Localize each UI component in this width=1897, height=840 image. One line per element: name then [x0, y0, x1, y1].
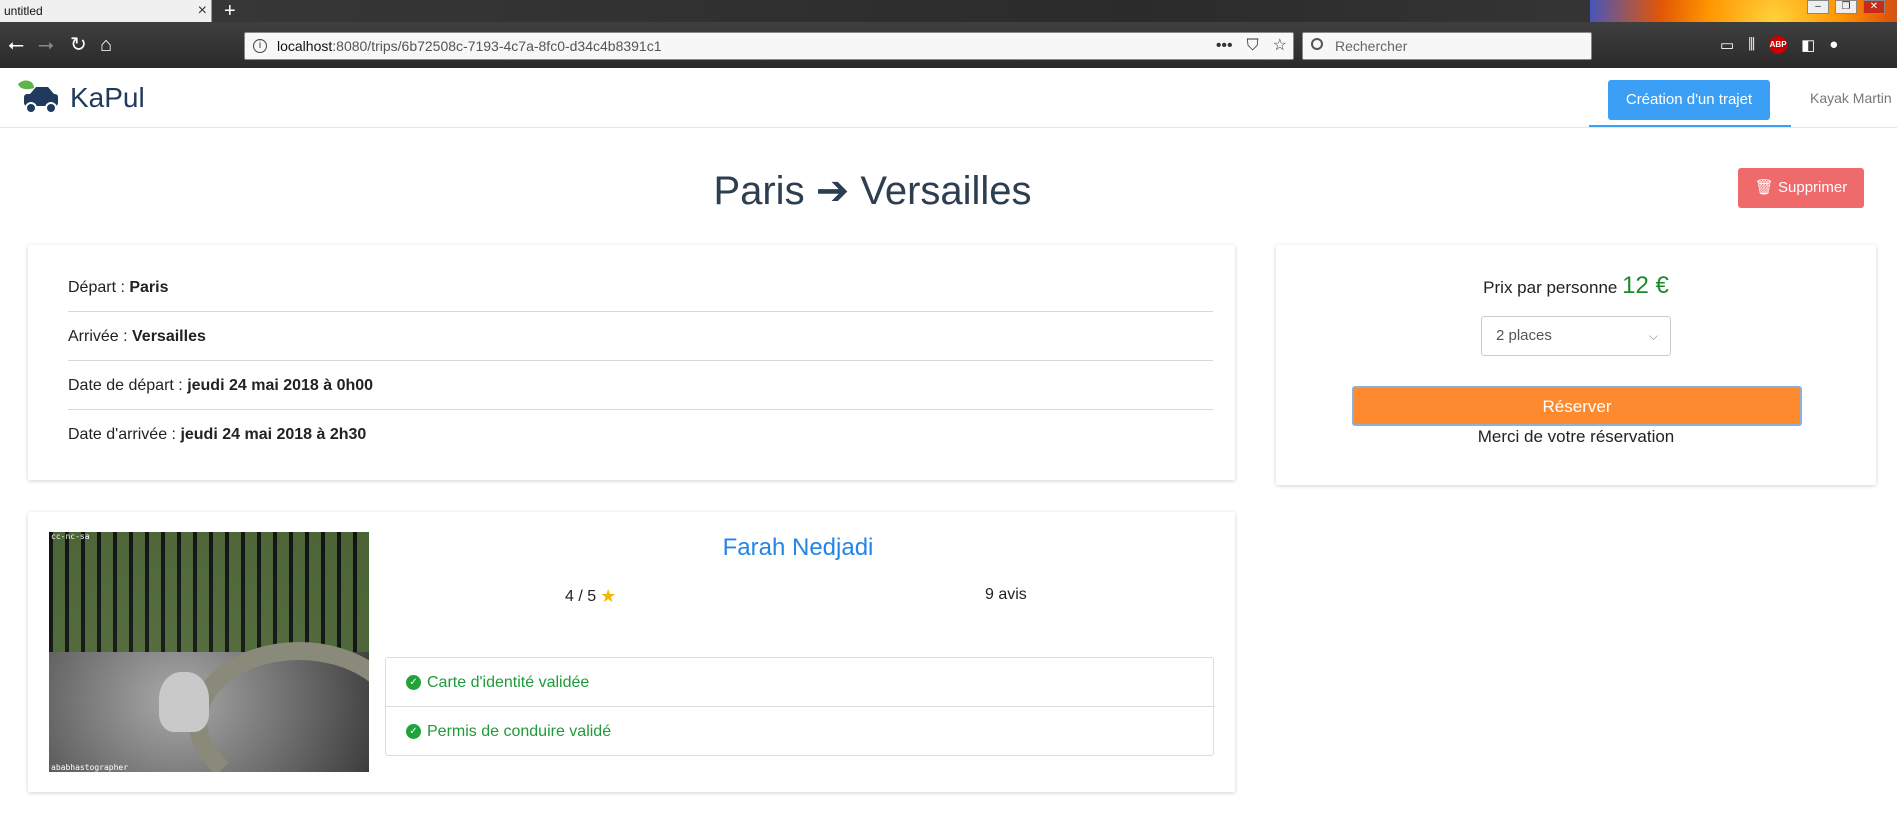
- detail-value: Versailles: [132, 328, 206, 345]
- tab-close-icon[interactable]: ×: [198, 0, 207, 22]
- trip-destination: Versailles: [860, 169, 1032, 213]
- check-circle-icon: ✓: [406, 674, 421, 690]
- photo-license-tag: cc-nc-sa: [51, 532, 90, 541]
- seats-select[interactable]: 2 places ⌵: [1481, 316, 1671, 356]
- url-path: :8080/trips/6b72508c-7193-4c7a-8fc0-d34c…: [332, 38, 662, 54]
- reserve-button[interactable]: Réserver: [1352, 386, 1802, 426]
- library-icon[interactable]: ⫼: [1748, 36, 1755, 54]
- detail-row-departure-date: Date de départ : jeudi 24 mai 2018 à 0h0…: [68, 361, 1213, 410]
- price-value: 12 €: [1622, 272, 1669, 299]
- adblock-icon[interactable]: ABP: [1769, 36, 1788, 54]
- forward-icon[interactable]: ⭢: [38, 33, 54, 57]
- active-nav-underline: [1589, 125, 1791, 127]
- booking-card: Prix par personne 12 € 2 places ⌵ Réserv…: [1276, 245, 1876, 485]
- home-icon[interactable]: ⌂: [100, 33, 112, 57]
- user-menu[interactable]: Kayak Martin: [1810, 90, 1892, 106]
- photo-fence: [49, 532, 369, 652]
- chevron-down-icon: ⌵: [1648, 329, 1658, 343]
- detail-label: Date d'arrivée :: [68, 426, 181, 443]
- price-line: Prix par personne 12 €: [1276, 272, 1876, 300]
- back-icon[interactable]: ⭠: [8, 33, 24, 57]
- page-actions-icon[interactable]: •••: [1216, 33, 1233, 59]
- detail-value: Paris: [129, 279, 169, 296]
- search-icon: [1311, 38, 1323, 50]
- driver-card: cc-nc-sa ababhastographer Farah Nedjadi …: [28, 512, 1235, 792]
- extension-icon[interactable]: ●: [1829, 36, 1838, 54]
- trash-icon: 🗑: [1754, 179, 1774, 196]
- create-trip-button[interactable]: Création d'un trajet: [1608, 80, 1770, 120]
- delete-label: Supprimer: [1778, 179, 1848, 196]
- trip-details-card: Départ : Paris Arrivée : Versailles Date…: [28, 245, 1235, 480]
- detail-label: Départ :: [68, 279, 130, 296]
- detail-row-departure: Départ : Paris: [68, 263, 1213, 312]
- verification-list: ✓ Carte d'identité validée ✓ Permis de c…: [385, 657, 1215, 756]
- verification-label: Permis de conduire validé: [427, 723, 612, 740]
- restore-button[interactable]: ❐: [1835, 0, 1857, 14]
- detail-row-arrival-date: Date d'arrivée : jeudi 24 mai 2018 à 2h3…: [68, 410, 1213, 459]
- detail-value: jeudi 24 mai 2018 à 0h00: [187, 377, 374, 394]
- trip-origin: Paris: [713, 169, 805, 213]
- driver-name[interactable]: Farah Nedjadi: [388, 534, 1208, 562]
- check-circle-icon: ✓: [406, 724, 421, 739]
- reload-icon[interactable]: ↻: [70, 33, 87, 57]
- url-bar[interactable]: i localhost:8080/trips/6b72508c-7193-4c7…: [244, 32, 1294, 60]
- rating-value: 4 / 5: [565, 587, 597, 605]
- verification-label: Carte d'identité validée: [427, 673, 590, 691]
- seats-selected: 2 places: [1496, 327, 1552, 344]
- detail-value: jeudi 24 mai 2018 à 2h30: [180, 426, 367, 443]
- photo-credit-tag: ababhastographer: [51, 763, 129, 772]
- delete-button[interactable]: 🗑 Supprimer: [1738, 168, 1864, 208]
- driver-photo: cc-nc-sa ababhastographer: [49, 532, 369, 772]
- arrow-right-icon: ➔: [815, 169, 850, 213]
- detail-label: Date de départ :: [68, 377, 188, 394]
- browser-tab[interactable]: untitled ×: [0, 0, 212, 22]
- search-placeholder: Rechercher: [1335, 38, 1408, 54]
- car-logo-icon[interactable]: [14, 78, 66, 116]
- reader-icon[interactable]: ▭: [1720, 36, 1734, 54]
- search-input[interactable]: Rechercher: [1302, 32, 1592, 60]
- pocket-icon[interactable]: ⛉: [1247, 33, 1259, 59]
- tab-title: untitled: [4, 4, 43, 18]
- verification-item: ✓ Carte d'identité validée: [386, 658, 1215, 707]
- close-window-button[interactable]: ✕: [1863, 0, 1885, 14]
- verification-item: ✓ Permis de conduire validé: [386, 707, 1215, 756]
- review-count[interactable]: 9 avis: [985, 586, 1027, 604]
- app-header: KaPul Création d'un trajet Kayak Martin: [0, 68, 1897, 128]
- page-title: Paris ➔ Versailles: [0, 168, 1745, 214]
- sidebar-icon[interactable]: ◧: [1801, 36, 1815, 54]
- info-icon[interactable]: i: [253, 39, 267, 53]
- brand-name[interactable]: KaPul: [70, 82, 145, 114]
- url-host: localhost: [277, 38, 333, 54]
- bookmark-star-icon[interactable]: ☆: [1273, 33, 1287, 59]
- photo-path: [189, 642, 369, 772]
- photo-cat: [159, 672, 209, 732]
- detail-label: Arrivée :: [68, 328, 133, 345]
- driver-rating: 4 / 5 ★: [565, 586, 616, 607]
- new-tab-button[interactable]: +: [224, 0, 236, 22]
- detail-row-arrival: Arrivée : Versailles: [68, 312, 1213, 361]
- minimize-button[interactable]: –: [1807, 0, 1829, 14]
- window-controls: – ❐ ✕: [1807, 0, 1885, 14]
- price-label: Prix par personne: [1483, 278, 1618, 297]
- thanks-message: Merci de votre réservation: [1477, 427, 1675, 446]
- toolbar-icons: ▭ ⫼ ABP ◧ ●: [1720, 36, 1838, 54]
- star-icon: ★: [600, 586, 617, 606]
